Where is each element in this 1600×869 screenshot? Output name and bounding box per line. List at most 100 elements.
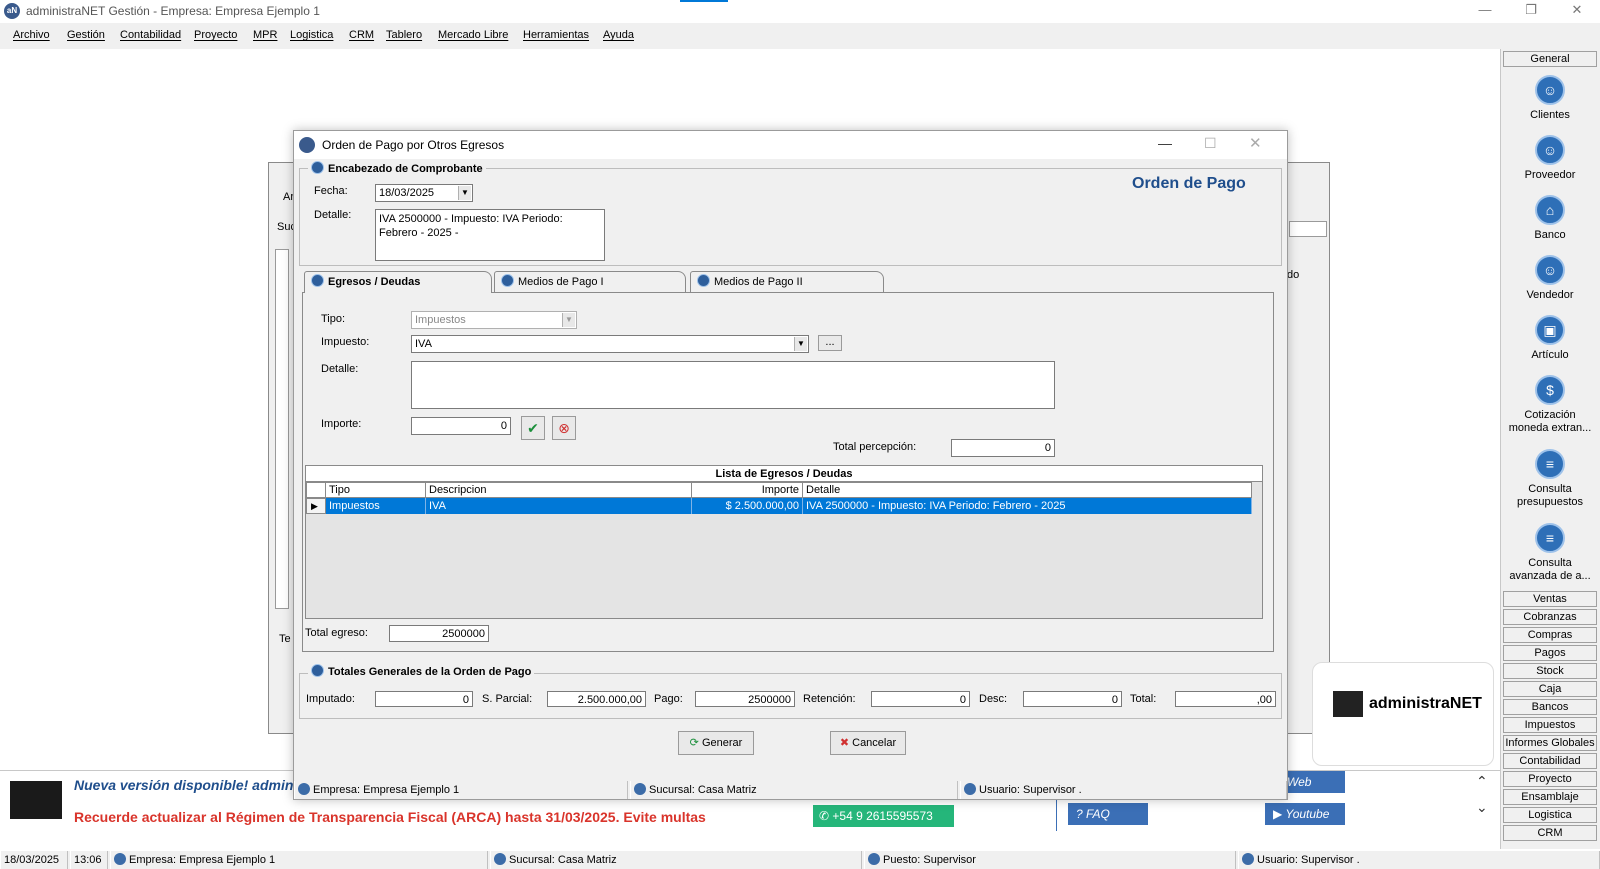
grid-header-detalle[interactable]: Detalle bbox=[802, 482, 1252, 498]
detalle2-textarea[interactable] bbox=[411, 361, 1055, 409]
generar-button[interactable]: ⟳ Generar bbox=[678, 731, 754, 755]
dialog-titlebar: Orden de Pago por Otros Egresos — ☐ ✕ bbox=[294, 131, 1287, 159]
cancel-x-icon[interactable]: ⊗ bbox=[552, 416, 576, 440]
window-titlebar: aN administraNET Gestión - Empresa: Empr… bbox=[0, 0, 1600, 23]
dialog-status-usuario-text: Usuario: Supervisor . bbox=[979, 784, 1082, 796]
total-egreso-field[interactable]: 2500000 bbox=[389, 625, 489, 642]
pago-label: Pago: bbox=[654, 693, 683, 705]
seller-icon: ☺ bbox=[1535, 255, 1565, 285]
sidebar-item-banco[interactable]: ⌂ Banco bbox=[1503, 195, 1597, 242]
menu-herramientas[interactable]: Herramientas bbox=[523, 29, 589, 41]
sidebar-section-informes-globales[interactable]: Informes Globales bbox=[1503, 735, 1597, 751]
sidebar-section-bancos[interactable]: Bancos bbox=[1503, 699, 1597, 715]
sidebar-section-crm[interactable]: CRM bbox=[1503, 825, 1597, 841]
youtube-button[interactable]: ▶ Youtube bbox=[1265, 803, 1345, 825]
desc-field[interactable]: 0 bbox=[1023, 691, 1122, 707]
menu-mpr[interactable]: MPR bbox=[253, 29, 277, 41]
sidebar-item-consulta-presupuestos[interactable]: ≡ Consulta presupuestos bbox=[1503, 449, 1597, 509]
tipo-value: Impuestos bbox=[415, 314, 466, 326]
faq-button[interactable]: ? FAQ bbox=[1068, 803, 1148, 825]
sidebar-item-clientes[interactable]: ☺ Clientes bbox=[1503, 75, 1597, 122]
tab-icon bbox=[697, 274, 710, 287]
tab-medios-pago-1[interactable]: Medios de Pago I bbox=[494, 271, 686, 293]
menu-contabilidad[interactable]: Contabilidad bbox=[120, 29, 181, 41]
detalle-textarea[interactable]: IVA 2500000 - Impuesto: IVA Periodo: Feb… bbox=[375, 209, 605, 261]
confirm-check-icon[interactable]: ✔ bbox=[521, 416, 545, 440]
chevron-down-icon[interactable]: ▼ bbox=[794, 337, 807, 351]
taskbar-indicator bbox=[680, 0, 728, 2]
grid-cell-detalle[interactable]: IVA 2500000 - Impuesto: IVA Periodo: Feb… bbox=[803, 498, 1252, 514]
sparcial-field[interactable]: 2.500.000,00 bbox=[547, 691, 646, 707]
importe-field[interactable]: 0 bbox=[411, 417, 511, 435]
total-percepcion-field[interactable]: 0 bbox=[951, 439, 1055, 457]
tab-egresos-deudas[interactable]: Egresos / Deudas bbox=[304, 271, 492, 293]
pago-field[interactable]: 2500000 bbox=[695, 691, 795, 707]
dialog-close-icon[interactable]: ✕ bbox=[1249, 134, 1262, 152]
sidebar-item-cotizacion[interactable]: $ Cotización moneda extran... bbox=[1503, 375, 1597, 435]
sidebar-section-ventas[interactable]: Ventas bbox=[1503, 591, 1597, 607]
tipo-select[interactable]: Impuestos ▼ bbox=[411, 311, 577, 329]
restore-icon[interactable]: ❐ bbox=[1508, 2, 1554, 18]
impuesto-value: IVA bbox=[415, 338, 432, 350]
whatsapp-button[interactable]: ✆ +54 9 2615595573 bbox=[813, 805, 954, 827]
sidebar-item-vendedor[interactable]: ☺ Vendedor bbox=[1503, 255, 1597, 302]
menu-mercado-libre[interactable]: Mercado Libre bbox=[438, 29, 508, 41]
grid-header-tipo[interactable]: Tipo bbox=[325, 482, 426, 498]
sidebar-general-button[interactable]: General bbox=[1503, 51, 1597, 67]
retencion-field[interactable]: 0 bbox=[871, 691, 970, 707]
dialog-maximize-icon[interactable]: ☐ bbox=[1204, 135, 1217, 152]
impuesto-lookup-button[interactable]: ... bbox=[818, 335, 842, 351]
grid-cell-importe[interactable]: $ 2.500.000,00 bbox=[692, 498, 803, 514]
sidebar-section-pagos[interactable]: Pagos bbox=[1503, 645, 1597, 661]
grid-header-descripcion[interactable]: Descripcion bbox=[425, 482, 692, 498]
close-icon[interactable]: ✕ bbox=[1554, 2, 1600, 18]
sidebar-section-stock[interactable]: Stock bbox=[1503, 663, 1597, 679]
group-icon bbox=[311, 161, 324, 174]
egresos-grid[interactable]: Lista de Egresos / Deudas Tipo Descripci… bbox=[305, 465, 1263, 619]
scroll-down-icon[interactable]: ⌄ bbox=[1476, 799, 1488, 816]
menu-crm[interactable]: CRM bbox=[349, 29, 374, 41]
sidebar-section-cobranzas[interactable]: Cobranzas bbox=[1503, 609, 1597, 625]
grid-title: Lista de Egresos / Deudas bbox=[306, 466, 1262, 482]
chevron-down-icon[interactable]: ▼ bbox=[458, 186, 471, 200]
grid-cell-descripcion[interactable]: IVA bbox=[426, 498, 692, 514]
dialog-minimize-icon[interactable]: — bbox=[1158, 135, 1172, 151]
sidebar-section-impuestos[interactable]: Impuestos bbox=[1503, 717, 1597, 733]
app-logo-icon: aN bbox=[4, 3, 20, 19]
sidebar-section-logistica[interactable]: Logistica bbox=[1503, 807, 1597, 823]
sidebar-section-proyecto[interactable]: Proyecto bbox=[1503, 771, 1597, 787]
scroll-up-icon[interactable]: ⌃ bbox=[1476, 773, 1488, 790]
advanced-query-icon: ≡ bbox=[1535, 523, 1565, 553]
impuesto-select[interactable]: IVA ▼ bbox=[411, 335, 809, 353]
menu-ayuda[interactable]: Ayuda bbox=[603, 29, 634, 41]
sidebar-section-ensamblaje[interactable]: Ensamblaje bbox=[1503, 789, 1597, 805]
minimize-icon[interactable]: — bbox=[1462, 2, 1508, 17]
menu-logistica[interactable]: Logistica bbox=[290, 29, 333, 41]
sidebar-item-proveedor[interactable]: ☺ Proveedor bbox=[1503, 135, 1597, 182]
fecha-value: 18/03/2025 bbox=[379, 187, 435, 199]
menu-proyecto[interactable]: Proyecto bbox=[194, 29, 237, 41]
new-version-text[interactable]: Nueva versión disponible! admin bbox=[74, 777, 293, 793]
dialog-status-sucursal-text: Sucursal: Casa Matriz bbox=[649, 784, 757, 796]
sidebar-section-compras[interactable]: Compras bbox=[1503, 627, 1597, 643]
sidebar-section-contabilidad[interactable]: Contabilidad bbox=[1503, 753, 1597, 769]
sidebar-item-consulta-avanzada[interactable]: ≡ Consulta avanzada de a... bbox=[1503, 523, 1597, 583]
status-puesto: Puesto: Supervisor bbox=[864, 851, 1236, 869]
sidebar-section-caja[interactable]: Caja bbox=[1503, 681, 1597, 697]
menu-gestion[interactable]: Gestión bbox=[67, 29, 105, 41]
chevron-down-icon[interactable]: ▼ bbox=[562, 313, 575, 327]
sidebar-item-articulo[interactable]: ▣ Artículo bbox=[1503, 315, 1597, 362]
status-usuario-text: Usuario: Supervisor . bbox=[1257, 854, 1360, 866]
total-field[interactable]: ,00 bbox=[1175, 691, 1276, 707]
status-sucursal: Sucursal: Casa Matriz bbox=[490, 851, 862, 869]
menu-tablero[interactable]: Tablero bbox=[386, 29, 422, 41]
grid-cell-tipo[interactable]: Impuestos bbox=[326, 498, 426, 514]
fecha-field[interactable]: 18/03/2025 ▼ bbox=[375, 184, 473, 202]
grid-header-importe[interactable]: Importe bbox=[691, 482, 803, 498]
imputado-field[interactable]: 0 bbox=[375, 691, 473, 707]
tab-medios-pago-2[interactable]: Medios de Pago II bbox=[690, 271, 884, 293]
menu-bar: Archivo Gestión Contabilidad Proyecto MP… bbox=[0, 23, 1600, 49]
cancelar-button[interactable]: ✖ Cancelar bbox=[830, 731, 906, 755]
menu-archivo[interactable]: Archivo bbox=[13, 29, 50, 41]
sidebar-item-label: Clientes bbox=[1530, 109, 1570, 121]
